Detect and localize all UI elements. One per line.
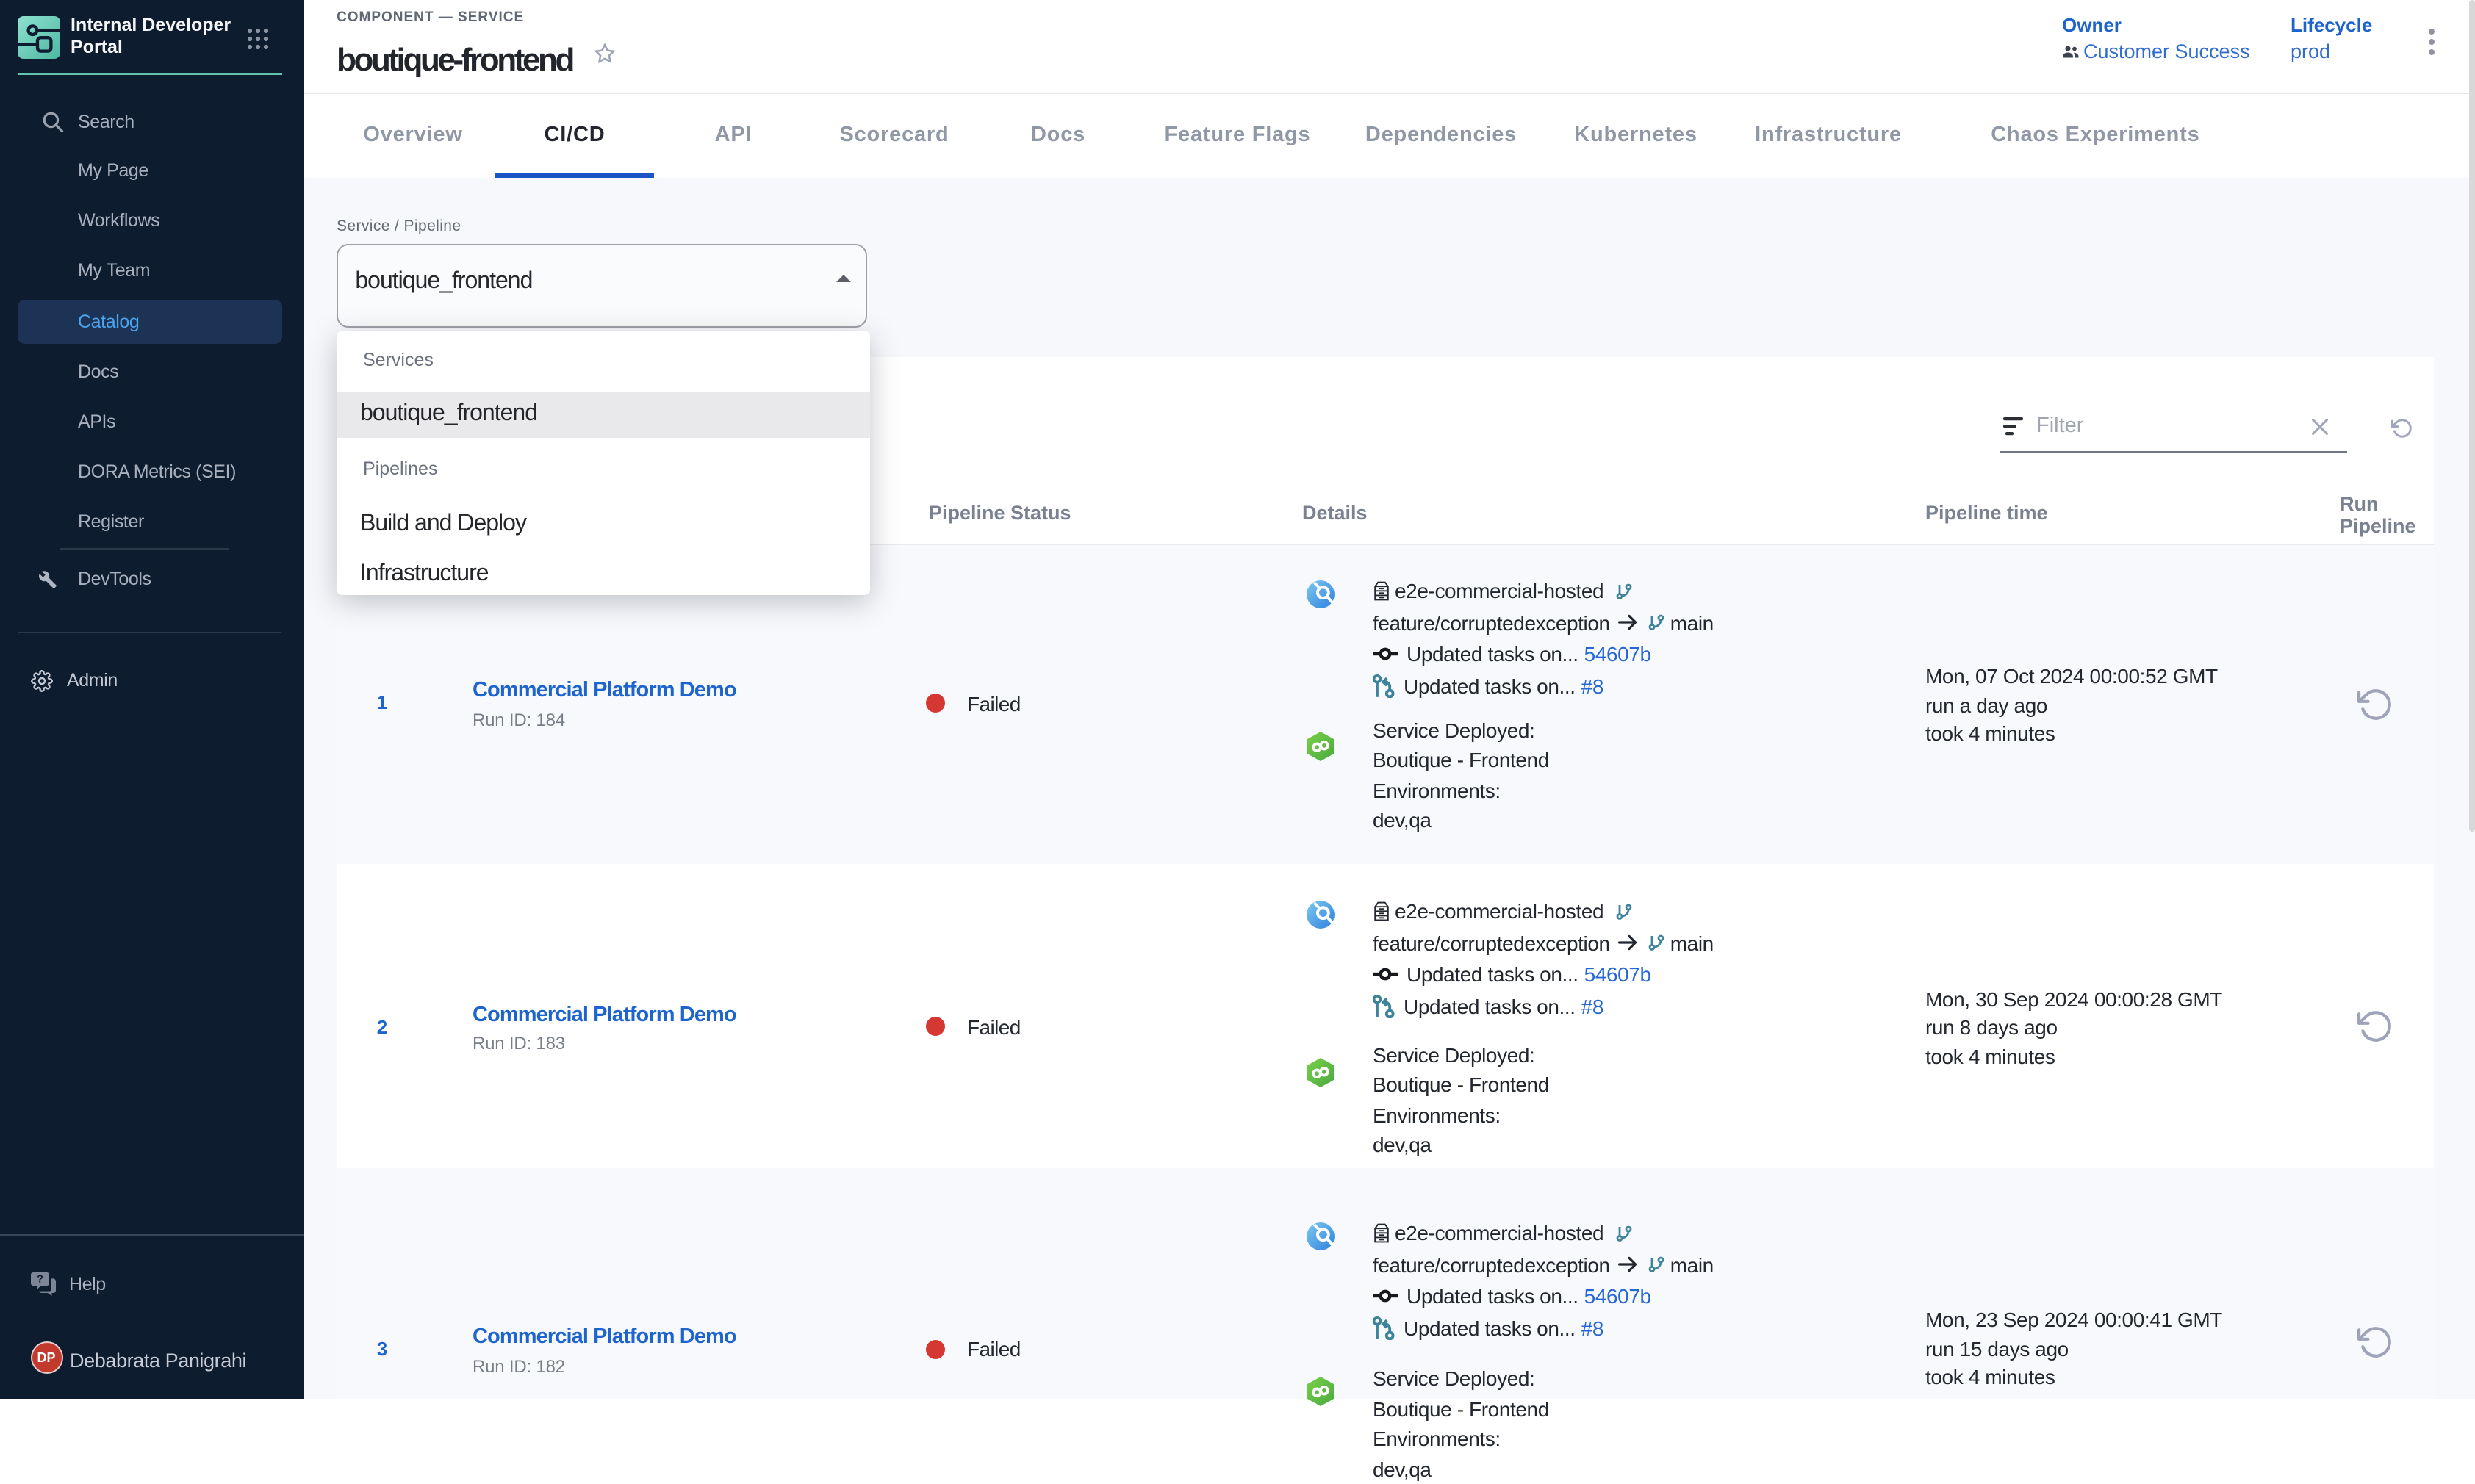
svg-text:?: ? [37,1273,43,1286]
